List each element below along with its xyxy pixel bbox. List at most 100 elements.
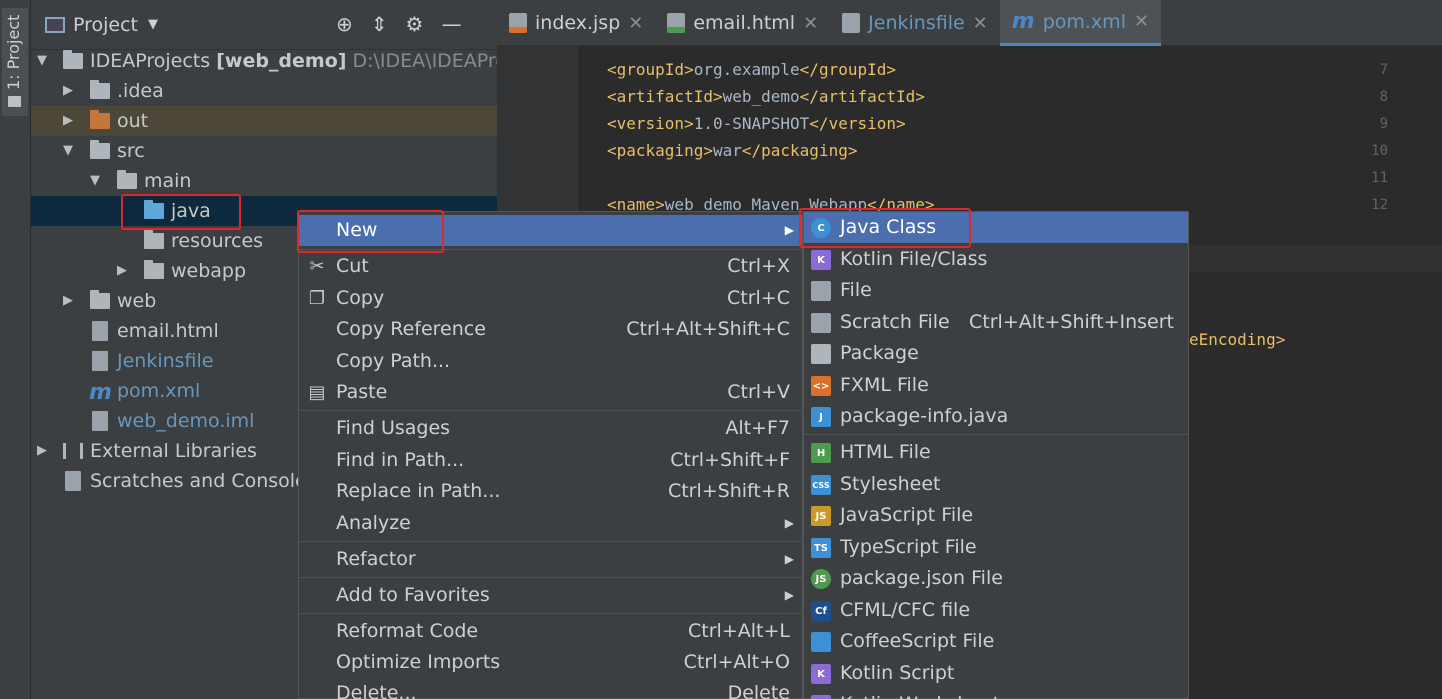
submenu-item-typescript-file[interactable]: TS TypeScript File bbox=[804, 532, 1188, 563]
xml-open-tag: <version> bbox=[607, 114, 694, 133]
menu-item-label: Find Usages bbox=[336, 417, 451, 439]
menu-item-label: Add to Favorites bbox=[336, 584, 490, 606]
submenu-item-label: Package bbox=[840, 342, 919, 364]
line-number: 9 bbox=[1379, 116, 1388, 132]
menu-item-shortcut: Ctrl+C bbox=[727, 287, 790, 309]
code-fragment: eEncoding> bbox=[1189, 330, 1286, 349]
scratch-file-icon bbox=[811, 313, 831, 333]
java-file-icon: J bbox=[811, 407, 831, 427]
tool-window-strip: 1: Project bbox=[0, 0, 31, 699]
xml-text: org.example bbox=[693, 60, 800, 79]
locate-icon[interactable]: ⊕ bbox=[336, 12, 353, 36]
close-icon[interactable]: ✕ bbox=[1134, 11, 1149, 32]
chevron-right-icon: ▶ bbox=[784, 516, 794, 530]
menu-item-delete[interactable]: Delete... Delete bbox=[299, 678, 802, 699]
html-file-icon bbox=[92, 321, 108, 341]
chevron-down-icon[interactable]: ▼ bbox=[148, 17, 158, 32]
menu-item-shortcut: Alt+F7 bbox=[725, 417, 790, 439]
submenu-item-label: package-info.java bbox=[840, 405, 1009, 427]
tab-email-html[interactable]: email.html ✕ bbox=[655, 0, 830, 46]
gear-icon[interactable]: ⚙ bbox=[406, 12, 424, 36]
menu-item-shortcut: Ctrl+X bbox=[727, 255, 790, 277]
menu-item-find-usages[interactable]: Find Usages Alt+F7 bbox=[299, 413, 802, 444]
code-line: <packaging>war</packaging> bbox=[607, 141, 857, 160]
submenu-item-stylesheet[interactable]: CSS Stylesheet bbox=[804, 469, 1188, 500]
html-file-icon: H bbox=[811, 443, 831, 463]
copy-icon: ❐ bbox=[308, 288, 326, 309]
tree-item-idea[interactable]: ▶ .idea bbox=[31, 76, 497, 106]
submenu-item-label: package.json File bbox=[840, 567, 1003, 589]
file-icon bbox=[842, 13, 861, 33]
menu-item-paste[interactable]: ▤ Paste Ctrl+V bbox=[299, 377, 802, 408]
menu-item-reformat-code[interactable]: Reformat Code Ctrl+Alt+L bbox=[299, 616, 802, 647]
submenu-item-package-info[interactable]: J package-info.java bbox=[804, 401, 1188, 432]
file-icon bbox=[811, 281, 831, 301]
chevron-down-icon[interactable]: ▼ bbox=[37, 46, 47, 76]
submenu-item-fxml-file[interactable]: <> FXML File bbox=[804, 370, 1188, 401]
submenu-item-file[interactable]: File bbox=[804, 275, 1188, 306]
chevron-right-icon[interactable]: ▶ bbox=[63, 76, 73, 106]
chevron-right-icon[interactable]: ▶ bbox=[63, 106, 73, 136]
submenu-item-label: File bbox=[840, 279, 872, 301]
line-number: 11 bbox=[1371, 170, 1388, 186]
submenu-item-cfml-file[interactable]: Cf CFML/CFC file bbox=[804, 595, 1188, 626]
submenu-item-kotlin-worksheet[interactable]: K Kotlin Worksheet bbox=[804, 689, 1188, 699]
submenu-item-label: Kotlin Script bbox=[840, 662, 955, 684]
menu-item-copy-reference[interactable]: Copy Reference Ctrl+Alt+Shift+C bbox=[299, 314, 802, 345]
menu-item-replace-in-path[interactable]: Replace in Path... Ctrl+Shift+R bbox=[299, 476, 802, 507]
submenu-item-coffeescript-file[interactable]: CoffeeScript File bbox=[804, 626, 1188, 657]
line-number: 8 bbox=[1379, 89, 1388, 105]
chevron-down-icon[interactable]: ▼ bbox=[90, 166, 100, 196]
chevron-right-icon[interactable]: ▶ bbox=[117, 256, 127, 286]
tree-item-main[interactable]: ▼ main bbox=[31, 166, 497, 196]
menu-item-optimize-imports[interactable]: Optimize Imports Ctrl+Alt+O bbox=[299, 647, 802, 678]
submenu-item-kotlin-file[interactable]: K Kotlin File/Class bbox=[804, 244, 1188, 275]
project-panel-header: Project ▼ ⊕ ⇕ ⚙ — bbox=[31, 0, 497, 50]
line-number: 7 bbox=[1379, 62, 1388, 78]
submenu-item-html-file[interactable]: H HTML File bbox=[804, 437, 1188, 468]
menu-item-copy-path[interactable]: Copy Path... bbox=[299, 346, 802, 377]
tree-item-label: Scratches and Consoles bbox=[90, 470, 317, 492]
tree-item-src[interactable]: ▼ src bbox=[31, 136, 497, 166]
folder-icon bbox=[117, 170, 137, 189]
submenu-item-package[interactable]: Package bbox=[804, 338, 1188, 369]
excluded-folder-icon bbox=[90, 110, 110, 129]
clipboard-icon: ▤ bbox=[308, 382, 326, 403]
submenu-item-package-json[interactable]: JS package.json File bbox=[804, 563, 1188, 594]
xml-text: web_demo bbox=[722, 87, 800, 106]
project-panel-title[interactable]: Project bbox=[73, 14, 138, 36]
menu-item-add-to-favorites[interactable]: Add to Favorites ▶ bbox=[299, 580, 802, 611]
tree-item-label: webapp bbox=[171, 260, 247, 282]
tree-item-label: out bbox=[117, 110, 149, 132]
collapse-all-icon[interactable]: ⇕ bbox=[371, 12, 388, 36]
chevron-right-icon[interactable]: ▶ bbox=[37, 436, 47, 466]
menu-separator bbox=[299, 577, 802, 578]
close-icon[interactable]: ✕ bbox=[973, 13, 988, 34]
css-file-icon: CSS bbox=[811, 475, 831, 495]
scissors-icon: ✂ bbox=[309, 256, 325, 277]
submenu-item-label: Stylesheet bbox=[840, 473, 941, 495]
minimize-icon[interactable]: — bbox=[441, 12, 461, 36]
tree-item-out[interactable]: ▶ out bbox=[31, 106, 497, 136]
submenu-item-kotlin-script[interactable]: K Kotlin Script bbox=[804, 658, 1188, 689]
chevron-down-icon[interactable]: ▼ bbox=[63, 136, 73, 166]
submenu-item-javascript-file[interactable]: JS JavaScript File bbox=[804, 500, 1188, 531]
menu-item-find-in-path[interactable]: Find in Path... Ctrl+Shift+F bbox=[299, 445, 802, 476]
close-icon[interactable]: ✕ bbox=[628, 13, 643, 34]
menu-item-refactor[interactable]: Refactor ▶ bbox=[299, 544, 802, 575]
tree-item-root[interactable]: ▼ IDEAProjects [web_demo] D:\IDEA\IDEAPr… bbox=[31, 46, 534, 76]
menu-item-copy[interactable]: ❐ Copy Ctrl+C bbox=[299, 283, 802, 314]
tab-pom-xml[interactable]: m pom.xml ✕ bbox=[999, 0, 1162, 46]
close-icon[interactable]: ✕ bbox=[803, 13, 818, 34]
submenu-item-scratch-file[interactable]: Scratch File Ctrl+Alt+Shift+Insert bbox=[804, 307, 1188, 338]
menu-item-analyze[interactable]: Analyze ▶ bbox=[299, 508, 802, 539]
tab-index-jsp[interactable]: index.jsp ✕ bbox=[497, 0, 655, 46]
chevron-right-icon[interactable]: ▶ bbox=[63, 286, 73, 316]
tree-item-label: email.html bbox=[117, 320, 219, 342]
tab-jenkinsfile[interactable]: Jenkinsfile ✕ bbox=[830, 0, 1000, 46]
tab-label: Jenkinsfile bbox=[868, 12, 965, 34]
folder-icon bbox=[90, 290, 110, 309]
menu-item-cut[interactable]: ✂ Cut Ctrl+X bbox=[299, 251, 802, 282]
module-file-icon bbox=[92, 411, 108, 431]
project-tool-label[interactable]: 1: Project bbox=[4, 15, 23, 90]
